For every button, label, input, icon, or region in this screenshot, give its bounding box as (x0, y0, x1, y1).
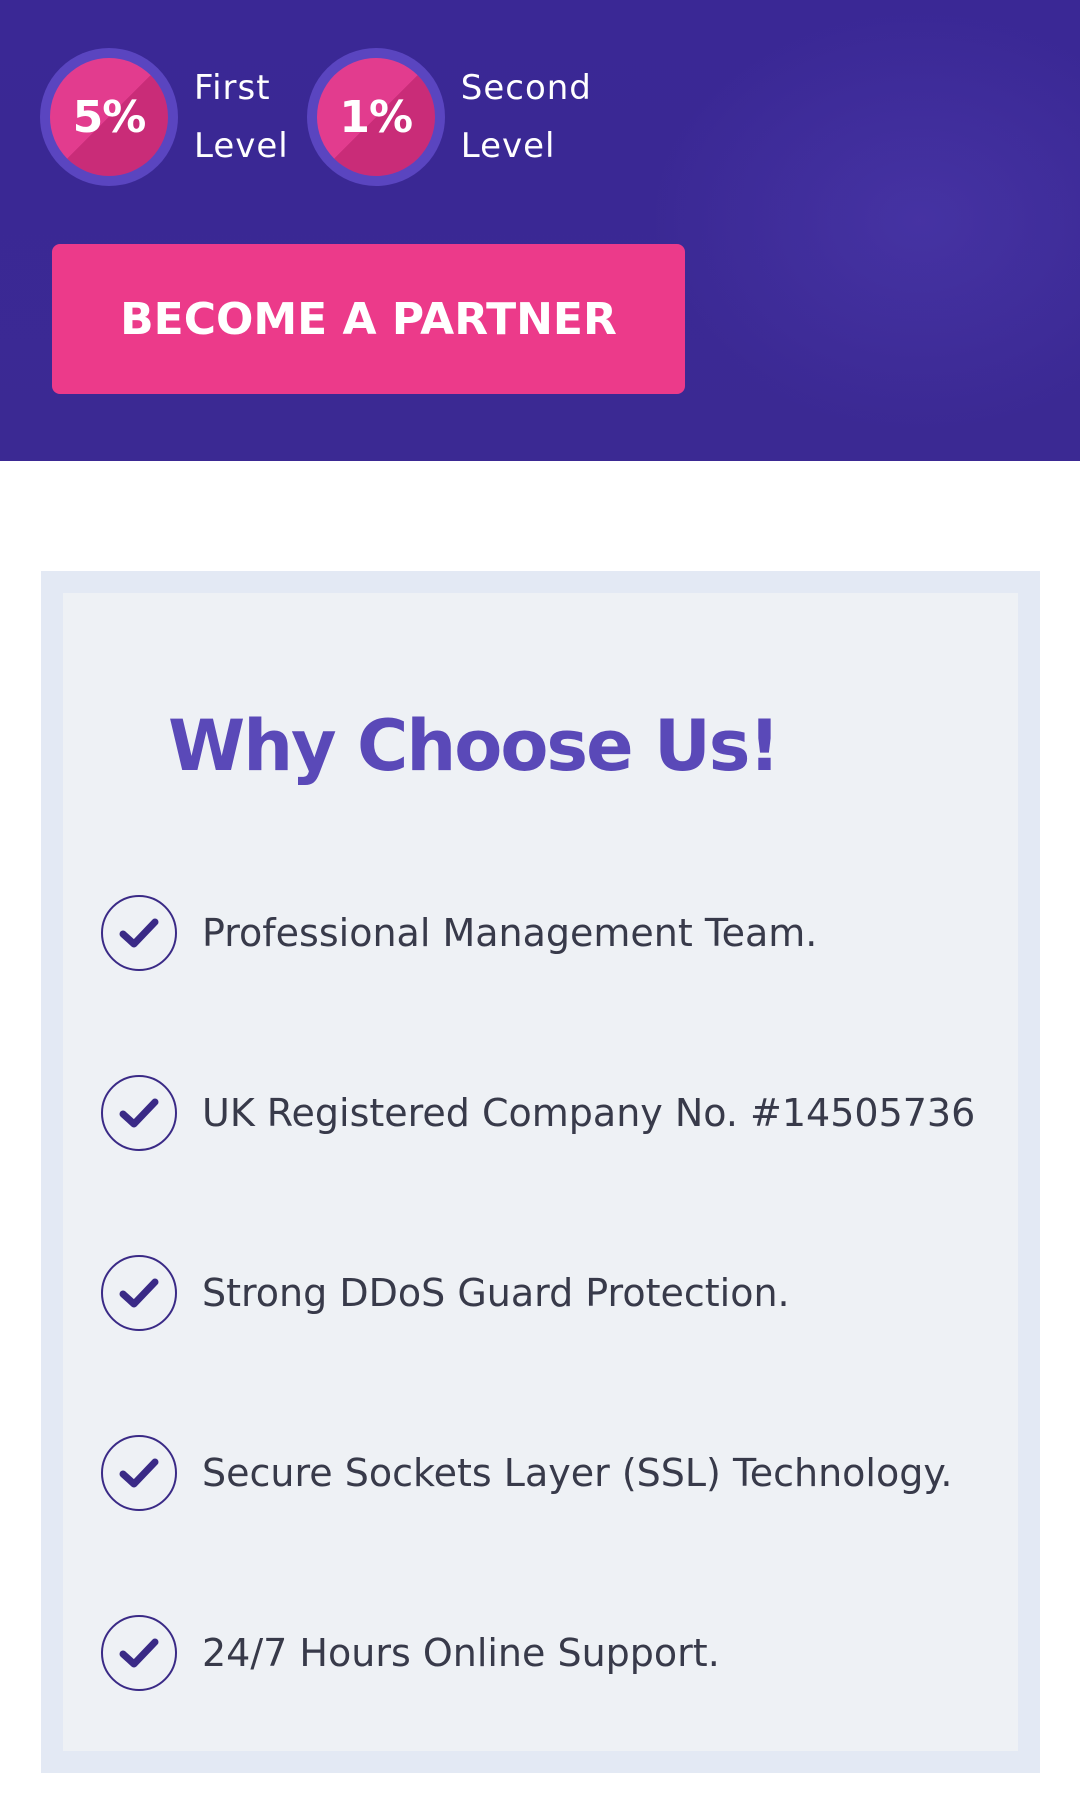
feature-text: Professional Management Team. (202, 911, 818, 955)
level-label: Second Level (461, 59, 592, 175)
why-choose-us-title: Why Choose Us! (168, 705, 780, 787)
why-choose-us-card: Why Choose Us! Professional Management T… (41, 571, 1040, 1773)
check-circle-icon (101, 1075, 177, 1151)
feature-text: UK Registered Company No. #14505736 (202, 1091, 976, 1135)
level-first: 5% First Level (40, 48, 289, 186)
hero-section: 5% First Level 1% Second Level BECOME A … (0, 0, 1080, 461)
become-partner-button[interactable]: BECOME A PARTNER (52, 244, 685, 394)
check-circle-icon (101, 1615, 177, 1691)
list-item: 24/7 Hours Online Support. (101, 1613, 975, 1693)
level-label-line2: Level (194, 126, 289, 166)
feature-text: 24/7 Hours Online Support. (202, 1631, 720, 1675)
feature-list: Professional Management Team. UK Registe… (101, 893, 975, 1793)
check-circle-icon (101, 895, 177, 971)
level-label: First Level (194, 59, 289, 175)
level-badge: 1% (306, 48, 445, 186)
check-circle-icon (101, 1435, 177, 1511)
list-item: Secure Sockets Layer (SSL) Technology. (101, 1433, 975, 1513)
commission-levels: 5% First Level 1% Second Level (40, 48, 610, 186)
level-label-line1: Second (460, 68, 592, 108)
check-circle-icon (101, 1255, 177, 1331)
level-second: 1% Second Level (306, 48, 592, 186)
level-label-line1: First (194, 68, 271, 108)
level-percent: 5% (50, 58, 168, 176)
level-label-line2: Level (460, 126, 556, 166)
level-badge: 5% (40, 48, 178, 186)
list-item: UK Registered Company No. #14505736 (101, 1073, 975, 1153)
list-item: Professional Management Team. (101, 893, 975, 973)
feature-text: Secure Sockets Layer (SSL) Technology. (202, 1451, 953, 1495)
why-choose-us-panel: Why Choose Us! Professional Management T… (63, 593, 1018, 1751)
feature-text: Strong DDoS Guard Protection. (202, 1271, 790, 1315)
list-item: Strong DDoS Guard Protection. (101, 1253, 975, 1333)
level-percent: 1% (316, 58, 435, 176)
